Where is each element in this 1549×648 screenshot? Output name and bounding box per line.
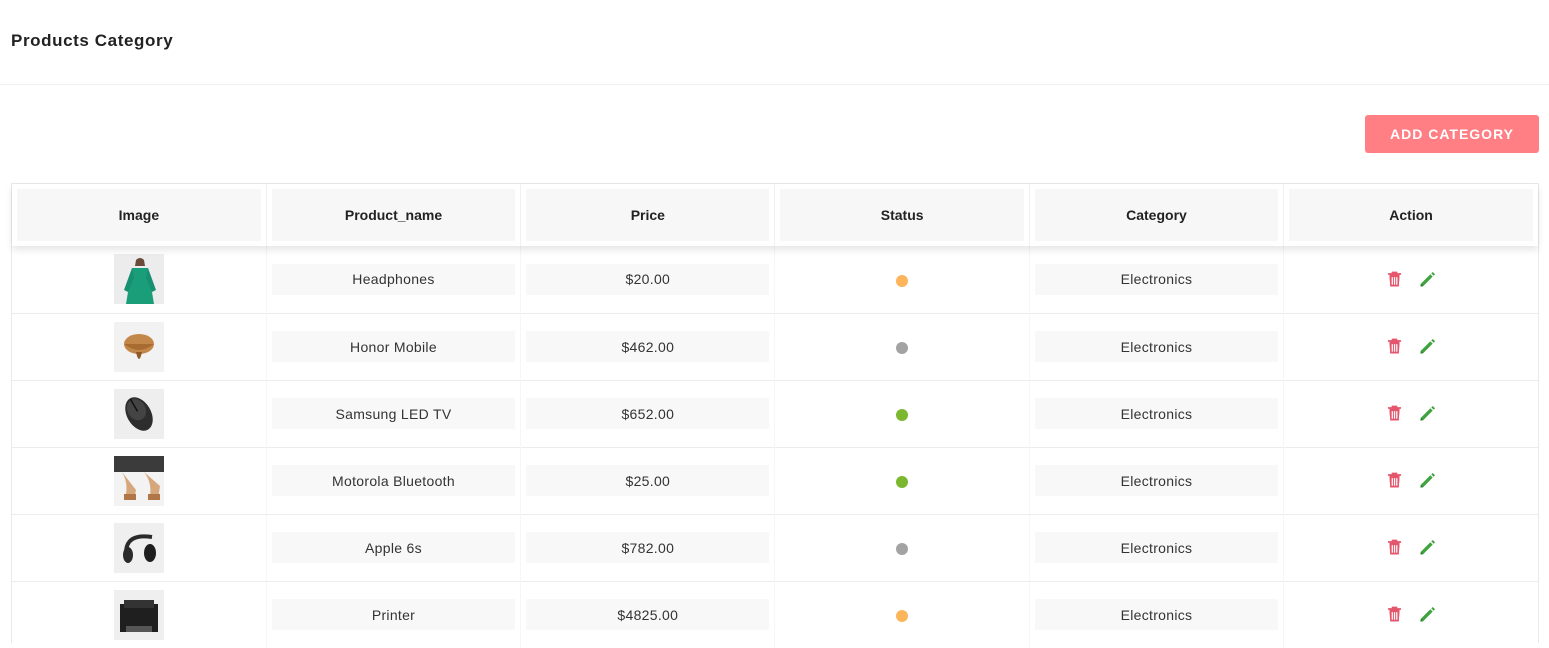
status-cell bbox=[774, 514, 1030, 581]
product-name-cell: Motorola Bluetooth bbox=[266, 447, 522, 514]
product-name-cell: Apple 6s bbox=[266, 514, 522, 581]
product-category: Electronics bbox=[1034, 465, 1279, 496]
product-price: $4825.00 bbox=[526, 599, 770, 631]
product-name-cell: Honor Mobile bbox=[266, 313, 522, 380]
product-category: Electronics bbox=[1034, 263, 1279, 295]
category-cell: Electronics bbox=[1029, 581, 1285, 648]
pencil-icon[interactable] bbox=[1419, 405, 1436, 422]
product-price: $782.00 bbox=[526, 532, 770, 563]
product-name: Printer bbox=[271, 599, 516, 631]
action-cell bbox=[1284, 447, 1538, 514]
product-name-cell: Samsung LED TV bbox=[266, 380, 522, 447]
column-header-category: Category bbox=[1029, 184, 1285, 246]
status-dot bbox=[896, 408, 909, 421]
product-name: Honor Mobile bbox=[271, 331, 516, 362]
action-cell bbox=[1284, 246, 1538, 313]
product-price: $20.00 bbox=[526, 263, 770, 295]
status-dot bbox=[896, 341, 909, 354]
status-cell bbox=[774, 246, 1030, 313]
product-thumbnail bbox=[113, 321, 164, 372]
image-cell bbox=[12, 514, 267, 581]
pencil-icon[interactable] bbox=[1419, 271, 1436, 288]
category-cell: Electronics bbox=[1029, 246, 1285, 313]
product-name: Motorola Bluetooth bbox=[271, 465, 516, 496]
toolbar: ADD CATEGORY bbox=[0, 85, 1549, 183]
status-dot bbox=[896, 610, 909, 623]
table-row: Headphones $20.00 Electronics bbox=[12, 246, 1538, 313]
product-thumbnail bbox=[113, 254, 164, 305]
price-cell: $25.00 bbox=[520, 447, 776, 514]
column-header-status: Status bbox=[774, 184, 1030, 246]
trash-icon[interactable] bbox=[1387, 405, 1402, 422]
column-header-image: Image bbox=[12, 184, 267, 246]
product-name-cell: Printer bbox=[266, 581, 522, 648]
page-title: Products Category bbox=[11, 31, 174, 50]
trash-icon[interactable] bbox=[1387, 539, 1402, 556]
price-cell: $782.00 bbox=[520, 514, 776, 581]
image-cell bbox=[12, 246, 267, 313]
products-table: Image Product_name Price Status Category… bbox=[11, 183, 1539, 648]
table-row: Samsung LED TV $652.00 Electronics bbox=[12, 380, 1538, 447]
product-price: $652.00 bbox=[526, 398, 770, 429]
status-dot bbox=[896, 475, 909, 488]
action-cell bbox=[1284, 581, 1538, 648]
add-category-button[interactable]: ADD CATEGORY bbox=[1365, 115, 1539, 153]
price-cell: $20.00 bbox=[520, 246, 776, 313]
status-dot bbox=[896, 274, 909, 287]
action-cell bbox=[1284, 313, 1538, 380]
product-category: Electronics bbox=[1034, 398, 1279, 429]
category-cell: Electronics bbox=[1029, 447, 1285, 514]
product-name-cell: Headphones bbox=[266, 246, 522, 313]
trash-icon[interactable] bbox=[1387, 271, 1402, 288]
image-cell bbox=[12, 447, 267, 514]
product-category: Electronics bbox=[1034, 599, 1279, 631]
table-header-row: Image Product_name Price Status Category… bbox=[12, 184, 1538, 246]
column-header-product-name: Product_name bbox=[266, 184, 522, 246]
trash-icon[interactable] bbox=[1387, 338, 1402, 355]
image-cell bbox=[12, 581, 267, 648]
pencil-icon[interactable] bbox=[1419, 539, 1436, 556]
table-row: Printer $4825.00 Electronics bbox=[12, 581, 1538, 648]
product-thumbnail bbox=[113, 455, 164, 506]
column-header-price: Price bbox=[520, 184, 776, 246]
table-row: Honor Mobile $462.00 Electronics bbox=[12, 313, 1538, 380]
table-row: Apple 6s $782.00 Electronics bbox=[12, 514, 1538, 581]
price-cell: $652.00 bbox=[520, 380, 776, 447]
action-cell bbox=[1284, 514, 1538, 581]
price-cell: $462.00 bbox=[520, 313, 776, 380]
status-cell bbox=[774, 447, 1030, 514]
status-cell bbox=[774, 313, 1030, 380]
product-price: $25.00 bbox=[526, 465, 770, 496]
category-cell: Electronics bbox=[1029, 313, 1285, 380]
product-thumbnail bbox=[113, 388, 164, 439]
product-name: Apple 6s bbox=[271, 532, 516, 563]
product-name: Headphones bbox=[271, 263, 516, 295]
pencil-icon[interactable] bbox=[1419, 472, 1436, 489]
product-thumbnail bbox=[113, 589, 164, 640]
product-category: Electronics bbox=[1034, 331, 1279, 362]
trash-icon[interactable] bbox=[1387, 472, 1402, 489]
action-cell bbox=[1284, 380, 1538, 447]
category-cell: Electronics bbox=[1029, 380, 1285, 447]
product-price: $462.00 bbox=[526, 331, 770, 362]
status-cell bbox=[774, 380, 1030, 447]
image-cell bbox=[12, 380, 267, 447]
status-dot bbox=[896, 542, 909, 555]
trash-icon[interactable] bbox=[1387, 606, 1402, 623]
table-row: Motorola Bluetooth $25.00 Electronics bbox=[12, 447, 1538, 514]
product-name: Samsung LED TV bbox=[271, 398, 516, 429]
product-thumbnail bbox=[113, 522, 164, 573]
category-cell: Electronics bbox=[1029, 514, 1285, 581]
pencil-icon[interactable] bbox=[1419, 338, 1436, 355]
price-cell: $4825.00 bbox=[520, 581, 776, 648]
column-header-action: Action bbox=[1284, 184, 1538, 246]
product-category: Electronics bbox=[1034, 532, 1279, 563]
status-cell bbox=[774, 581, 1030, 648]
image-cell bbox=[12, 313, 267, 380]
page-header: Products Category bbox=[0, 0, 1549, 85]
pencil-icon[interactable] bbox=[1419, 606, 1436, 623]
